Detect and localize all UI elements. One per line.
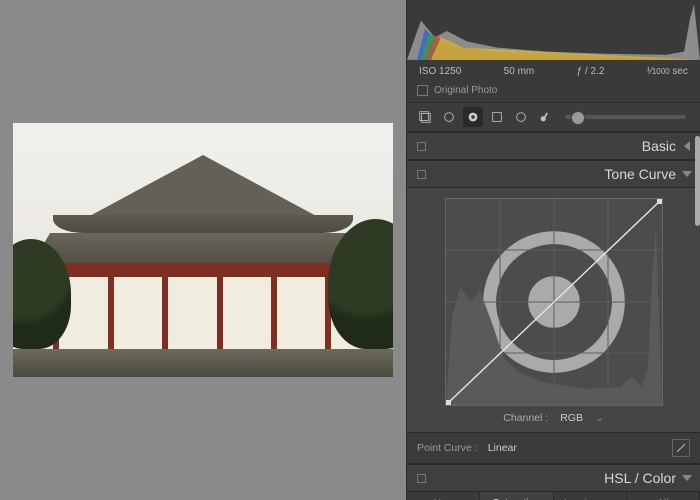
point-curve-label: Point Curve : (417, 442, 478, 454)
original-photo-toggle[interactable]: Original Photo (407, 81, 700, 103)
graduated-tool[interactable] (487, 107, 507, 127)
hsl-title: HSL / Color (604, 470, 676, 486)
exif-aperture: ƒ / 2.2 (577, 66, 605, 77)
channel-value[interactable]: RGB (560, 412, 583, 424)
radial-tool[interactable] (511, 107, 531, 127)
brush-tool[interactable] (535, 107, 555, 127)
tool-slider[interactable] (565, 115, 686, 119)
tab-luminance[interactable]: Luminance (554, 492, 627, 500)
tonecurve-title: Tone Curve (604, 166, 676, 182)
basic-title: Basic (642, 138, 676, 154)
expand-icon (682, 475, 692, 481)
histogram[interactable] (407, 0, 700, 62)
tool-strip (407, 103, 700, 132)
basic-header[interactable]: Basic (407, 132, 700, 160)
panel-switch-icon[interactable] (417, 474, 426, 483)
original-label: Original Photo (434, 85, 497, 96)
image-canvas[interactable] (0, 0, 406, 500)
hsl-header[interactable]: HSL / Color (407, 464, 700, 492)
slider-thumb[interactable] (571, 111, 585, 125)
exif-focal: 50 mm (504, 66, 535, 77)
exif-iso: ISO 1250 (419, 66, 461, 77)
dropdown-icon: ⌄ (595, 412, 604, 424)
tab-saturation[interactable]: Saturation (480, 492, 553, 500)
hsl-tabs: Hue Saturation Luminance All (407, 492, 700, 500)
tab-all[interactable]: All (627, 492, 700, 500)
spot-tool[interactable] (439, 107, 459, 127)
checkbox-icon (417, 85, 428, 96)
preview-photo (13, 123, 393, 377)
tonecurve-body: Channel : RGB ⌄ (407, 188, 700, 432)
panel-switch-icon[interactable] (417, 142, 426, 151)
channel-label: Channel : (503, 412, 548, 424)
channel-row[interactable]: Channel : RGB ⌄ (423, 406, 684, 424)
expand-icon (682, 171, 692, 177)
point-curve-row[interactable]: Point Curve : Linear (407, 432, 700, 464)
collapse-icon (684, 141, 690, 151)
tone-curve-graph[interactable] (445, 198, 663, 406)
redeye-tool[interactable] (463, 107, 483, 127)
point-curve-value[interactable]: Linear (488, 442, 517, 454)
curve-mode-icon[interactable] (672, 439, 690, 457)
exif-shutter: ¹⁄1000 sec (647, 66, 688, 77)
crop-tool[interactable] (415, 107, 435, 127)
panel-switch-icon[interactable] (417, 170, 426, 179)
tonecurve-header[interactable]: Tone Curve (407, 160, 700, 188)
develop-panel: ISO 1250 50 mm ƒ / 2.2 ¹⁄1000 sec Origin… (406, 0, 700, 500)
tab-hue[interactable]: Hue (407, 492, 480, 500)
exif-row: ISO 1250 50 mm ƒ / 2.2 ¹⁄1000 sec (407, 62, 700, 81)
